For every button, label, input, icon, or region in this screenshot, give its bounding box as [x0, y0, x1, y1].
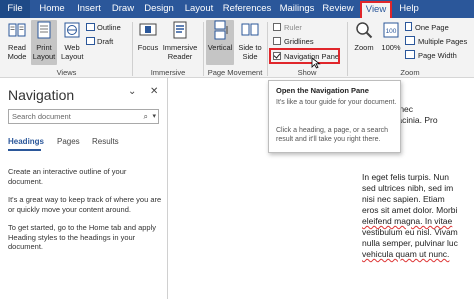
vertical-label: Vertical — [207, 43, 233, 52]
tab-file[interactable]: File — [0, 0, 30, 18]
navigation-pane-highlight — [269, 48, 340, 64]
gridlines-label: Gridlines — [284, 37, 314, 46]
focus-button[interactable]: Focus — [136, 20, 160, 52]
immersive-reader-icon — [173, 21, 187, 39]
tab-pages[interactable]: Pages — [57, 137, 80, 146]
web-layout-label: Web Layout — [61, 43, 84, 61]
doc-line: vestibulum eu nisl. Vivam — [362, 227, 458, 237]
tab-mailings[interactable]: Mailings — [277, 0, 317, 18]
tab-design[interactable]: Design — [142, 0, 176, 18]
magnifier-icon — [356, 22, 373, 39]
tab-view[interactable]: View — [360, 1, 392, 18]
page-width-icon — [405, 50, 415, 59]
multiple-pages-icon — [405, 36, 415, 45]
read-mode-label: Read Mode — [7, 43, 27, 61]
nav-help-text: Create an interactive outline of your do… — [8, 167, 127, 186]
tab-headings[interactable]: Headings — [8, 137, 44, 146]
zoom-label: Zoom — [354, 43, 374, 52]
search-placeholder: Search document — [12, 112, 71, 121]
tab-review[interactable]: Review — [321, 0, 355, 18]
navigation-pane-tooltip: Open the Navigation Pane It's like a tou… — [268, 80, 401, 153]
side-to-side-button[interactable]: Side to Side — [236, 20, 264, 61]
ribbon-tab-bar: File Home Insert Draw Design Layout Refe… — [0, 0, 474, 18]
read-mode-button[interactable]: Read Mode — [4, 20, 30, 61]
one-page-label: One Page — [415, 23, 449, 32]
draft-label: Draft — [97, 37, 114, 46]
multiple-pages-button[interactable]: Multiple Pages — [405, 36, 467, 47]
immersive-reader-label: Immersive Reader — [162, 43, 198, 61]
book-icon — [8, 23, 26, 37]
tab-help[interactable]: Help — [396, 0, 422, 18]
tab-results[interactable]: Results — [92, 137, 119, 146]
tab-layout[interactable]: Layout — [182, 0, 216, 18]
immersive-reader-button[interactable]: Immersive Reader — [161, 20, 199, 61]
page-width-button[interactable]: Page Width — [405, 50, 457, 61]
vertical-button[interactable]: Vertical — [206, 20, 234, 65]
tab-references[interactable]: References — [222, 0, 272, 18]
search-icon[interactable]: ⌕ — [144, 110, 148, 123]
chevron-down-icon[interactable]: ⌄ — [128, 86, 136, 97]
tooltip-text: Click a heading, a page, or a search res… — [276, 127, 389, 143]
nav-help-text: To get started, go to the Home tab and a… — [8, 223, 157, 251]
draft-button[interactable]: Draft — [86, 36, 113, 47]
print-layout-label: Print Layout — [32, 43, 56, 61]
ruler-label: Ruler — [284, 23, 302, 32]
tooltip-title: Open the Navigation Pane — [276, 86, 369, 95]
group-divider — [132, 22, 133, 76]
ruler-checkbox[interactable]: Ruler — [273, 22, 302, 33]
globe-page-icon — [64, 22, 80, 38]
page-movement-group-label: Page Movement — [207, 68, 263, 77]
zoom-button[interactable]: Zoom — [351, 20, 377, 52]
outline-icon — [86, 23, 95, 31]
immersive-group-label: Immersive — [150, 68, 186, 77]
zoom-100-button[interactable]: 100 100% — [379, 20, 403, 52]
search-input[interactable]: Search document ⌕ ▾ — [8, 109, 159, 124]
group-divider — [347, 22, 348, 76]
doc-line: eleifend magna. In vitae — [362, 216, 453, 226]
doc-line: In eget felis turpis. Nun — [362, 172, 449, 182]
outline-label: Outline — [97, 23, 121, 32]
zoom-100-label: 100% — [381, 43, 401, 52]
page-width-label: Page Width — [418, 51, 457, 60]
nav-help-text: It's a great way to keep track of where … — [8, 195, 162, 214]
vertical-pages-icon — [214, 20, 228, 40]
side-to-side-label: Side to Side — [238, 43, 262, 61]
one-page-icon — [405, 22, 412, 31]
one-page-button[interactable]: One Page — [405, 22, 449, 33]
views-group-label: Views — [56, 68, 77, 77]
ruler-check-icon — [273, 23, 281, 31]
web-layout-button[interactable]: Web Layout — [59, 20, 85, 61]
tab-insert[interactable]: Insert — [73, 0, 105, 18]
focus-icon — [139, 23, 157, 36]
doc-line: vehicula quam ut nunc. — [362, 249, 450, 259]
doc-line: eros sit amet dolor. Morbi — [362, 205, 458, 215]
doc-line: sed ultrices nibh, sed im — [362, 183, 454, 193]
navigation-pane: Navigation ⌄ ✕ Search document ⌕ ▾ Headi… — [0, 78, 168, 299]
gridlines-checkbox[interactable]: Gridlines — [273, 36, 314, 47]
print-layout-button[interactable]: Print Layout — [31, 20, 57, 65]
focus-label: Focus — [137, 43, 159, 52]
doc-line: nulla semper, pulvinar luc — [362, 238, 458, 248]
ribbon: Read Mode Print Layout Web Layout Outlin… — [0, 18, 474, 78]
close-icon[interactable]: ✕ — [150, 86, 158, 97]
navigation-title: Navigation — [8, 87, 75, 103]
side-to-side-icon — [241, 23, 259, 36]
tab-home[interactable]: Home — [36, 0, 68, 18]
tab-draw[interactable]: Draw — [109, 0, 137, 18]
tooltip-text: It's like a tour guide for your document… — [276, 99, 397, 106]
show-group-label: Show — [297, 68, 317, 77]
gridlines-check-icon — [273, 37, 281, 45]
zoom-group-label: Zoom — [400, 68, 420, 77]
page-icon — [37, 21, 51, 39]
doc-line: nisi nec sapien. Etiam — [362, 194, 445, 204]
multiple-pages-label: Multiple Pages — [418, 37, 468, 46]
svg-text:100: 100 — [386, 28, 397, 35]
outline-button[interactable]: Outline — [86, 22, 121, 33]
search-dropdown-icon[interactable]: ▾ — [152, 110, 156, 123]
group-divider — [267, 22, 268, 76]
hundred-percent-icon: 100 — [383, 22, 399, 38]
active-tab-underline — [8, 149, 41, 151]
draft-icon — [86, 37, 95, 45]
